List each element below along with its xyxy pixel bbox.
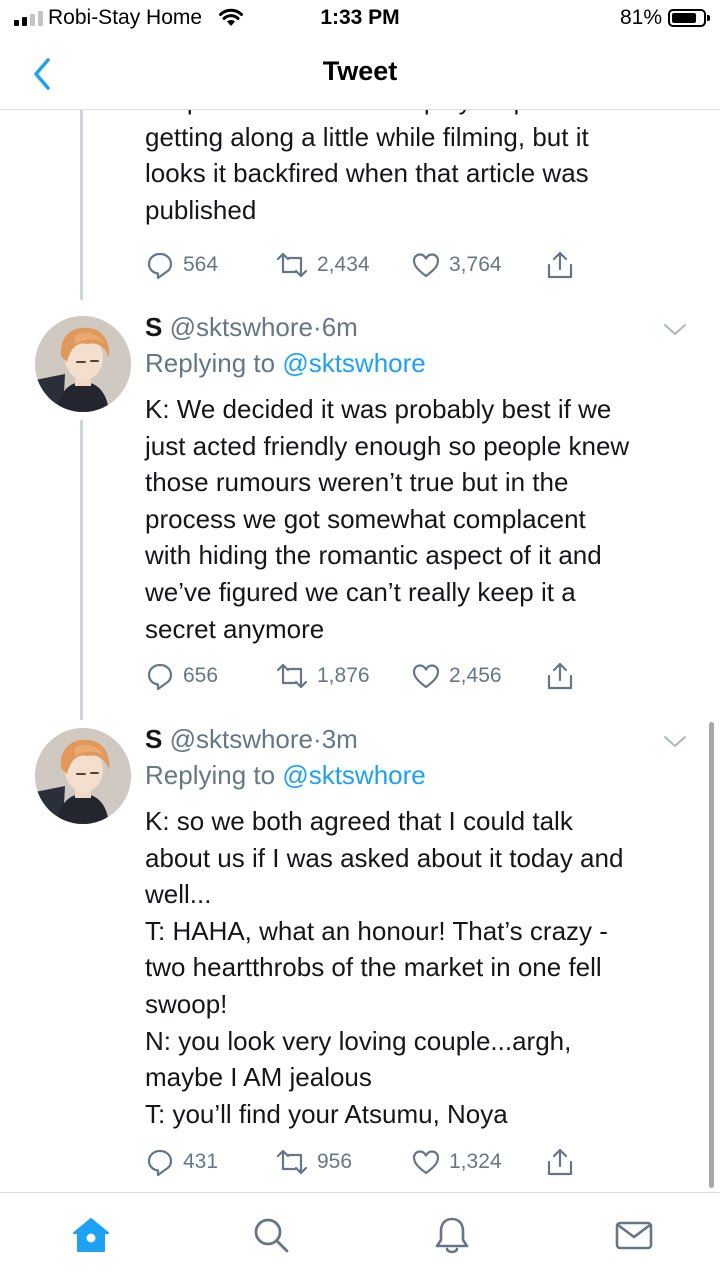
thread-connector-line (80, 110, 83, 300)
tweet-actions: 431 956 1,324 (145, 1145, 585, 1179)
reply-icon (147, 1149, 173, 1177)
share-icon (547, 251, 573, 279)
retweet-count: 2,434 (317, 253, 370, 276)
avatar[interactable] (35, 316, 131, 412)
chevron-down-icon[interactable] (662, 321, 688, 339)
replying-to: Replying to @sktswhore (145, 348, 426, 379)
tab-bar (0, 1192, 720, 1278)
retweet-icon (276, 252, 308, 278)
tweet-header: S @sktswhore·6m (145, 312, 358, 343)
reply-count: 656 (183, 664, 219, 687)
tweet-actions: 564 2,434 3,764 (145, 248, 585, 282)
tab-home[interactable] (69, 1213, 113, 1257)
retweet-icon (276, 663, 308, 689)
replying-to: Replying to @sktswhore (145, 760, 426, 791)
like-button[interactable]: 1,324 (411, 1145, 502, 1179)
tab-notifications[interactable] (430, 1213, 474, 1257)
status-time: 1:33 PM (320, 6, 400, 29)
retweet-count: 1,876 (317, 664, 370, 687)
replying-to-mention[interactable]: @sktswhore (282, 348, 425, 378)
tweet-text: K: so we both agreed that I could talk a… (145, 806, 624, 1129)
avatar-illustration-icon (35, 316, 131, 412)
messages-mail-icon (615, 1221, 653, 1250)
share-button[interactable] (545, 1145, 575, 1179)
battery-level-fill (672, 13, 697, 23)
like-count: 2,456 (449, 664, 502, 687)
battery-percent: 81% (619, 6, 662, 29)
username[interactable]: @sktswhore (170, 312, 313, 342)
like-button[interactable]: 3,764 (411, 248, 502, 282)
tab-messages[interactable] (612, 1213, 656, 1257)
retweet-icon (276, 1149, 308, 1175)
like-count: 1,324 (449, 1150, 502, 1173)
tab-search[interactable] (249, 1213, 293, 1257)
reply-button[interactable]: 431 (145, 1145, 218, 1179)
thread-connector-line (80, 420, 83, 720)
avatar-illustration-icon (35, 728, 131, 824)
display-name[interactable]: S (145, 724, 162, 754)
chevron-down-icon[interactable] (662, 733, 688, 751)
replying-to-label: Replying to (145, 348, 276, 378)
tweet-actions: 656 1,876 2,456 (145, 659, 585, 693)
heart-icon (412, 664, 440, 689)
like-count: 3,764 (449, 253, 502, 276)
reply-button[interactable]: 564 (145, 248, 218, 282)
share-icon (547, 1148, 573, 1176)
scrollbar[interactable] (709, 722, 714, 1188)
heart-icon (412, 1150, 440, 1175)
retweet-button[interactable]: 2,434 (275, 248, 370, 282)
page-title: Tweet (322, 56, 398, 86)
display-name[interactable]: S (145, 312, 162, 342)
tweet-timestamp: 3m (321, 724, 358, 754)
tweet-timestamp: 6m (321, 312, 358, 342)
avatar[interactable] (35, 728, 131, 824)
like-button[interactable]: 2,456 (411, 659, 502, 693)
meta-separator: · (313, 724, 322, 754)
retweet-button[interactable]: 1,876 (275, 659, 370, 693)
tweet-text: K: We decided it was probably best if we… (145, 394, 630, 644)
tweet-header: S @sktswhore·3m (145, 724, 358, 755)
replying-to-mention[interactable]: @sktswhore (282, 760, 425, 790)
reply-icon (147, 252, 173, 280)
reply-count: 431 (183, 1150, 219, 1173)
nav-bar: Tweet (0, 36, 720, 110)
replying-to-label: Replying to (145, 760, 276, 790)
retweet-count: 956 (317, 1150, 353, 1173)
home-icon (73, 1218, 109, 1252)
tweet-thread: wraps so we decided to play it up not ge… (0, 110, 720, 1192)
share-button[interactable] (545, 659, 575, 693)
username[interactable]: @sktswhore (170, 724, 313, 754)
heart-icon (412, 253, 440, 278)
search-icon (254, 1218, 289, 1253)
reply-count: 564 (183, 253, 219, 276)
reply-icon (147, 663, 173, 691)
battery-icon (668, 9, 710, 27)
tweet-text: wraps so we decided to play it up not ge… (145, 110, 589, 225)
share-icon (547, 662, 573, 690)
retweet-button[interactable]: 956 (275, 1145, 352, 1179)
status-bar: Robi-Stay Home 1:33 PM 81% (0, 0, 720, 36)
reply-button[interactable]: 656 (145, 659, 218, 693)
meta-separator: · (313, 312, 322, 342)
notifications-bell-icon (435, 1217, 469, 1254)
share-button[interactable] (545, 248, 575, 282)
